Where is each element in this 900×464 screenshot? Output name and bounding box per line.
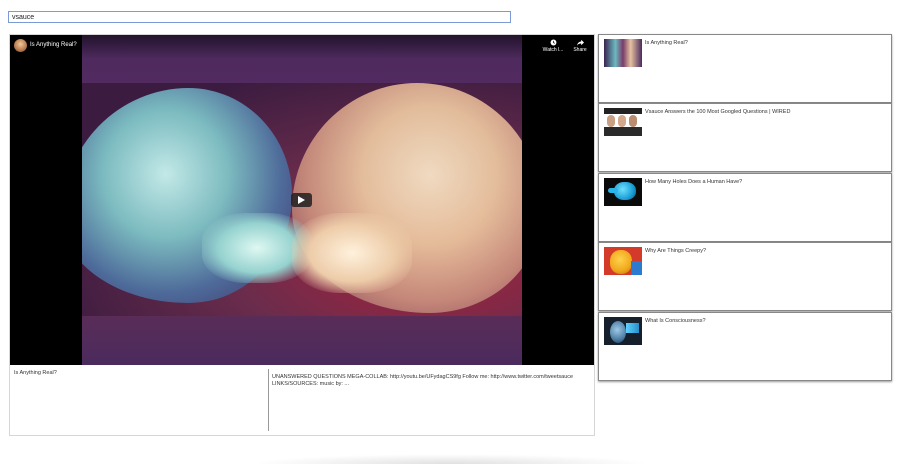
- play-icon: [298, 196, 305, 204]
- share-icon: [576, 39, 584, 46]
- video-top-overlay: [10, 35, 594, 59]
- video-title[interactable]: Is Anything Real?: [30, 42, 77, 48]
- result-thumbnail: [604, 247, 642, 275]
- play-button[interactable]: [291, 193, 312, 207]
- search-input[interactable]: [8, 11, 511, 23]
- result-title: Vsauce Answers the 100 Most Googled Ques…: [645, 109, 791, 115]
- watch-later-button[interactable]: Watch l...: [542, 39, 564, 53]
- share-button[interactable]: Share: [570, 39, 590, 53]
- result-card[interactable]: Is Anything Real?: [598, 34, 892, 103]
- result-thumbnail: [604, 178, 642, 206]
- video-player[interactable]: Is Anything Real? Watch l... Share: [10, 35, 594, 365]
- result-title: How Many Holes Does a Human Have?: [645, 179, 743, 185]
- info-divider: [268, 369, 269, 431]
- result-title: What Is Consciousness?: [645, 318, 706, 324]
- result-title: Is Anything Real?: [645, 40, 688, 46]
- result-card[interactable]: Vsauce Answers the 100 Most Googled Ques…: [598, 103, 892, 172]
- clock-icon: [550, 39, 556, 46]
- result-title: Why Are Things Creepy?: [645, 248, 707, 254]
- channel-avatar[interactable]: [14, 39, 27, 52]
- result-card[interactable]: What Is Consciousness?: [598, 312, 892, 381]
- result-thumbnail: [604, 317, 642, 345]
- video-info-title: Is Anything Real?: [14, 370, 57, 376]
- page-shadow: [250, 454, 650, 464]
- share-label: Share: [573, 47, 587, 53]
- video-player-panel: Is Anything Real? Watch l... Share Is An…: [9, 34, 595, 436]
- result-thumbnail: [604, 39, 642, 67]
- results-sidebar: Is Anything Real? Vsauce Answers the 100…: [598, 34, 892, 381]
- video-description: UNANSWERED QUESTIONS MEGA-COLLAB: http:/…: [272, 374, 574, 387]
- watch-later-label: Watch l...: [542, 47, 564, 53]
- result-card[interactable]: How Many Holes Does a Human Have?: [598, 173, 892, 242]
- result-card[interactable]: Why Are Things Creepy?: [598, 242, 892, 311]
- result-thumbnail: [604, 108, 642, 136]
